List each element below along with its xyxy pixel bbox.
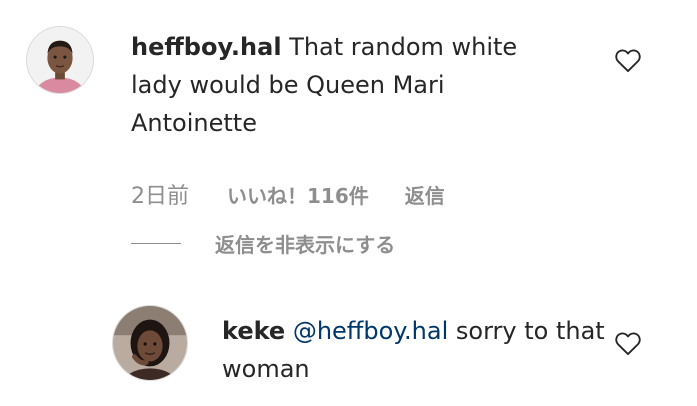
comment-body: heffboy.hal That random white lady would… [131,28,571,142]
reply-like-button[interactable] [614,330,642,356]
comment-reply-button[interactable]: 返信 [405,180,445,209]
comment-meta: 2日前 いいね！116件 返信 [131,177,445,211]
reply-body: keke @heffboy.hal sorry to that woman [222,312,622,388]
heart-outline-icon [615,332,641,356]
comment-like-count[interactable]: いいね！116件 [227,180,369,209]
reply-username[interactable]: keke [222,317,285,345]
user-avatar-icon [27,27,93,93]
reply-mention-link[interactable]: @heffboy.hal [293,317,448,345]
comment-like-button[interactable] [614,47,642,73]
hide-replies-toggle[interactable]: 返信を非表示にする [131,228,395,258]
comment-avatar[interactable] [26,26,94,94]
heart-outline-icon [615,49,641,73]
comment-timestamp[interactable]: 2日前 [131,178,189,210]
comment-username[interactable]: heffboy.hal [131,33,282,61]
hide-replies-label[interactable]: 返信を非表示にする [215,229,395,258]
reply-avatar[interactable] [112,305,188,381]
user-avatar-icon [113,306,187,380]
hide-replies-divider [131,242,181,244]
